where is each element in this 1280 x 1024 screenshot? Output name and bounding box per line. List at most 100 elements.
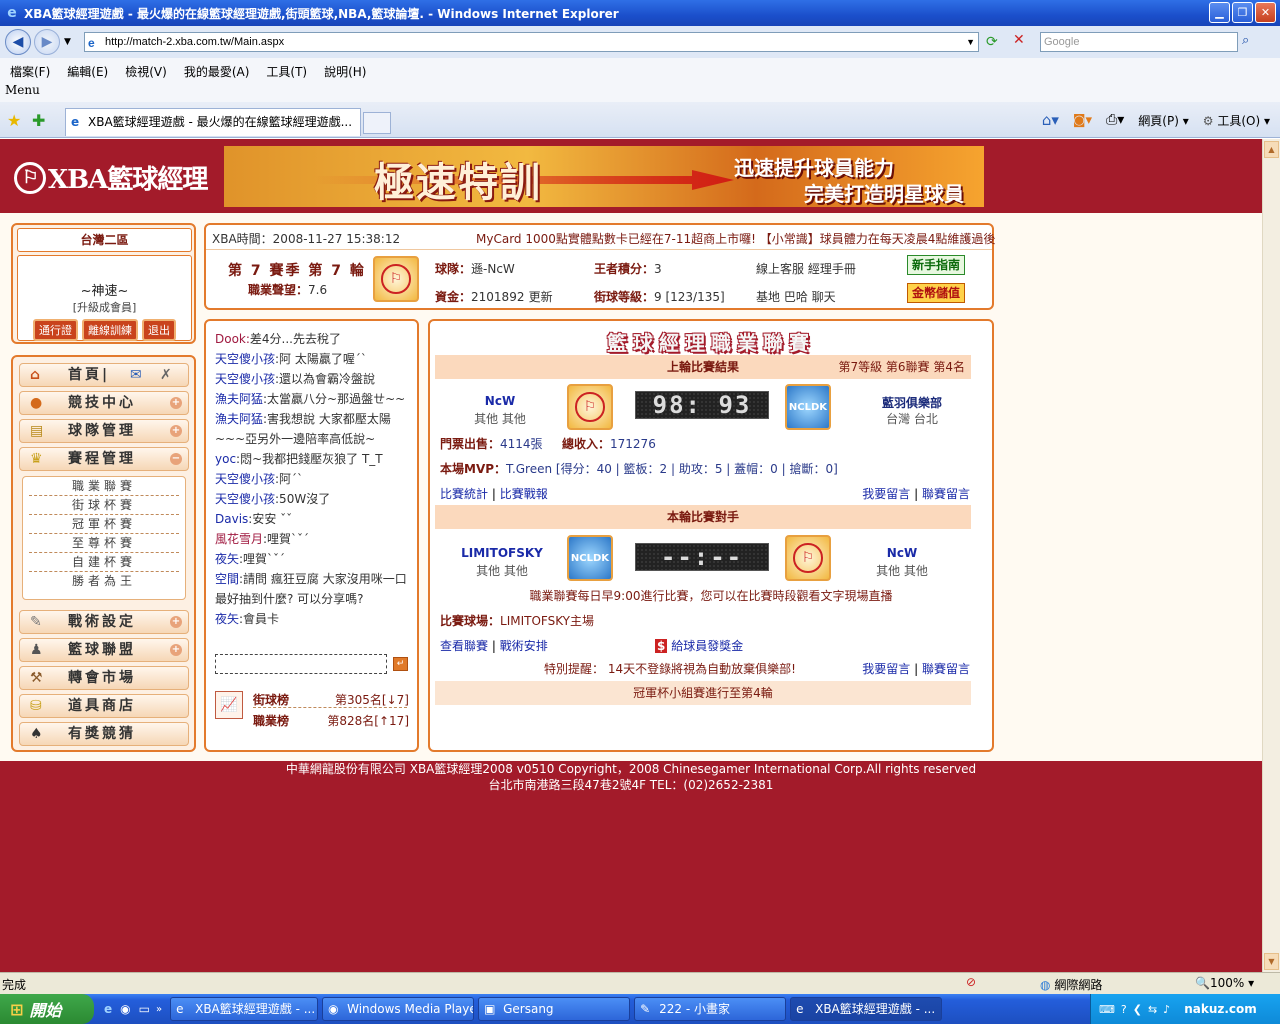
tools-menu[interactable]: ⚙ 工具(O) ▾: [1203, 112, 1270, 129]
leave-message-link[interactable]: 我要留言: [862, 487, 910, 501]
task-xba-1[interactable]: e XBA籃球經理遊戲 - ...: [170, 997, 319, 1021]
tray-help-icon[interactable]: ?: [1121, 1003, 1127, 1016]
support-links[interactable]: 線上客服 經理手冊: [756, 260, 856, 277]
chat-user[interactable]: 風花雪月: [215, 532, 263, 546]
offline-training-button[interactable]: 離線訓練: [82, 319, 138, 341]
chat-user[interactable]: 天空傻小孩: [215, 372, 275, 386]
address-dropdown-icon[interactable]: ▼: [966, 33, 975, 51]
search-icon[interactable]: ⌕: [1242, 33, 1249, 48]
quicklaunch-ie-icon[interactable]: e: [104, 1002, 112, 1016]
scroll-up-icon[interactable]: ▲: [1264, 141, 1279, 158]
feeds-icon[interactable]: ◙▾: [1073, 113, 1092, 128]
task-gersang[interactable]: ▣ Gersang: [478, 997, 631, 1021]
menu-tools[interactable]: 工具(T): [266, 63, 307, 80]
opponent-name[interactable]: LIMITOFSKY: [452, 546, 552, 560]
mail-icon[interactable]: ✉: [130, 364, 142, 386]
address-input[interactable]: e http://match-2.xba.com.tw/Main.aspx ▼: [84, 32, 979, 52]
away-team-logo[interactable]: NCLDK: [785, 384, 831, 430]
new-tab-button[interactable]: [363, 112, 391, 134]
chat-user[interactable]: yoc: [215, 452, 236, 466]
task-media-player[interactable]: ◉ Windows Media Player: [322, 997, 475, 1021]
tactics-link[interactable]: 戰術安排: [500, 639, 548, 653]
news-ticker[interactable]: MyCard 1000點實體點數卡已經在7-11超商上市囉! 【小常識】球員體力…: [476, 230, 995, 247]
close-button[interactable]: ✕: [1255, 2, 1276, 23]
menu-file[interactable]: 檔案(F): [10, 63, 50, 80]
logout-button[interactable]: 退出: [142, 319, 176, 341]
expand-icon[interactable]: +: [170, 644, 182, 656]
sub-supreme-cup[interactable]: 至尊杯賽: [29, 534, 179, 553]
sub-pro-league[interactable]: 職業聯賽: [29, 477, 179, 496]
opponent-logo[interactable]: NCLDK: [567, 535, 613, 581]
expand-icon[interactable]: +: [170, 425, 182, 437]
my-team-logo[interactable]: ⚐: [785, 535, 831, 581]
quicklaunch-media-icon[interactable]: ◉: [120, 1002, 130, 1016]
sub-winner[interactable]: 勝者為王: [29, 572, 179, 591]
quicklaunch-desktop-icon[interactable]: ▭: [139, 1002, 150, 1016]
collapse-icon[interactable]: −: [170, 453, 182, 465]
nav-quiz[interactable]: ♠ 有獎競猜: [19, 722, 189, 746]
scroll-down-icon[interactable]: ▼: [1264, 953, 1279, 970]
tab-xba[interactable]: e XBA籃球經理遊戲 - 最火爆的在線籃球經理遊戲...: [65, 108, 361, 136]
stop-icon[interactable]: ✕: [1013, 32, 1025, 48]
leave-message-link-2[interactable]: 我要留言: [862, 662, 910, 676]
menu-favorites[interactable]: 我的最愛(A): [184, 63, 250, 80]
nav-schedule[interactable]: ♛ 賽程管理 −: [19, 447, 189, 471]
chat-user[interactable]: 夜矢: [215, 612, 239, 626]
xba-logo[interactable]: ⚐ XBA籃球經理: [14, 159, 208, 196]
menu-help[interactable]: 說明(H): [324, 63, 366, 80]
away-team-name[interactable]: 藍羽俱樂部: [862, 394, 962, 411]
print-icon[interactable]: ⎙▾: [1106, 112, 1124, 128]
add-favorite-icon[interactable]: ✚: [32, 111, 45, 130]
tray-volume-icon[interactable]: ♪: [1163, 1003, 1170, 1016]
chat-user[interactable]: Davis: [215, 512, 248, 526]
home-team-logo[interactable]: ⚐: [567, 384, 613, 430]
league-message-link-2[interactable]: 聯賽留言: [922, 662, 970, 676]
nav-arena[interactable]: ● 競技中心 +: [19, 391, 189, 415]
sub-champion-cup[interactable]: 冠軍杯賽: [29, 515, 179, 534]
chat-user[interactable]: 天空傻小孩: [215, 492, 275, 506]
promo-banner[interactable]: 極速特訓 迅速提升球員能力 完美打造明星球員: [224, 146, 984, 207]
home-team-name[interactable]: NcW: [460, 394, 540, 408]
home-icon[interactable]: ⌂▾: [1042, 111, 1059, 129]
page-menu[interactable]: 網頁(P) ▾: [1138, 112, 1188, 129]
my-team-name[interactable]: NcW: [862, 546, 942, 560]
zoom-control[interactable]: 🔍100% ▾: [1195, 976, 1254, 990]
history-dropdown-icon[interactable]: ▼: [64, 37, 71, 47]
protected-mode-icon[interactable]: ⊘: [966, 975, 976, 989]
chat-user[interactable]: 漁夫阿猛: [215, 412, 263, 426]
chat-user[interactable]: 漁夫阿猛: [215, 392, 263, 406]
search-input[interactable]: Google: [1040, 32, 1238, 52]
nav-home[interactable]: ⌂ 首頁| ✉ ✗: [19, 363, 189, 387]
view-league-link[interactable]: 查看聯賽: [440, 639, 488, 653]
task-paint[interactable]: ✎ 222 - 小畫家: [634, 997, 787, 1021]
menu-edit[interactable]: 編輯(E): [67, 63, 108, 80]
nav-league[interactable]: ♟ 籃球聯盟 +: [19, 638, 189, 662]
upgrade-link[interactable]: [升級成會員]: [18, 299, 191, 315]
sub-street-cup[interactable]: 街球杯賽: [29, 496, 179, 515]
gold-topup-button[interactable]: 金幣儲值: [907, 283, 965, 303]
settings-icon[interactable]: ✗: [160, 364, 172, 386]
bonus-link[interactable]: $ 給球員發獎金: [655, 637, 743, 654]
chat-user[interactable]: 天空傻小孩: [215, 472, 275, 486]
vertical-scrollbar[interactable]: ▲ ▼: [1262, 139, 1280, 972]
match-report-link[interactable]: 比賽戰報: [500, 487, 548, 501]
quicklaunch-more-icon[interactable]: »: [156, 1004, 162, 1015]
menu-view[interactable]: 檢視(V): [125, 63, 167, 80]
match-stats-link[interactable]: 比賽統計: [440, 487, 488, 501]
chat-send-button[interactable]: ↵: [393, 657, 408, 671]
nav-shop[interactable]: ⛁ 道具商店: [19, 694, 189, 718]
back-button[interactable]: ◀: [5, 29, 31, 55]
chat-user[interactable]: Dook:: [215, 332, 250, 346]
chat-input[interactable]: [215, 654, 387, 674]
team-logo[interactable]: ⚐: [373, 256, 419, 302]
chat-user[interactable]: 天空傻小孩: [215, 352, 275, 366]
favorites-star-icon[interactable]: ★: [7, 111, 21, 130]
league-message-link[interactable]: 聯賽留言: [922, 487, 970, 501]
tray-back-icon[interactable]: ❮: [1133, 1003, 1142, 1016]
nav-team[interactable]: ▤ 球隊管理 +: [19, 419, 189, 443]
expand-icon[interactable]: +: [170, 616, 182, 628]
maximize-button[interactable]: ❐: [1232, 2, 1253, 23]
chat-user[interactable]: 夜矢: [215, 552, 239, 566]
forward-button[interactable]: ▶: [34, 29, 60, 55]
sub-custom-cup[interactable]: 自建杯賽: [29, 553, 179, 572]
